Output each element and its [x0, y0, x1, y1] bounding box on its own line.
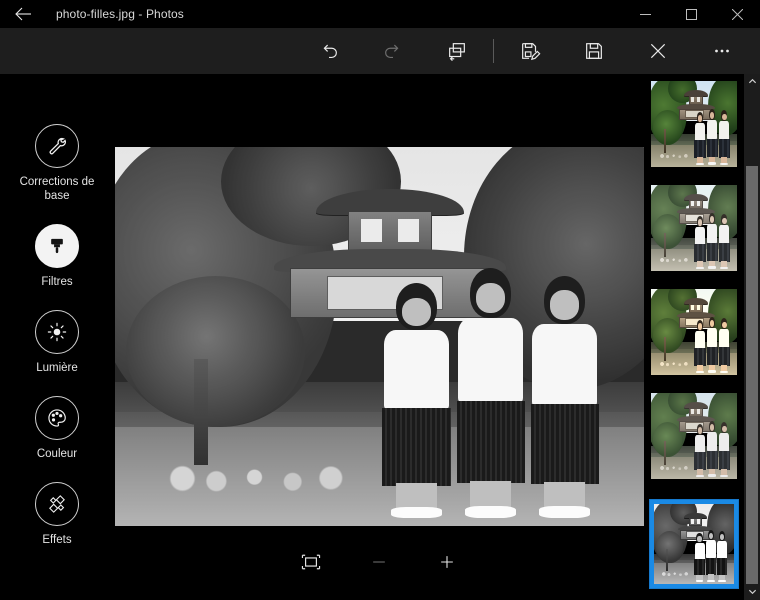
maximize-icon — [685, 8, 697, 20]
maximize-button[interactable] — [668, 0, 714, 28]
filter-thumb-soft[interactable] — [650, 184, 738, 272]
sidebar-item-lumiere[interactable]: Lumière — [0, 310, 114, 375]
sidebar-item-couleur[interactable]: Couleur — [0, 396, 114, 461]
minimize-icon — [639, 9, 651, 20]
chevron-up-icon — [748, 73, 757, 91]
filter-strip-scrollbar[interactable] — [744, 74, 760, 600]
save-disk-icon — [583, 40, 605, 62]
thumb-preview — [651, 289, 737, 375]
save-a-copy-button[interactable] — [498, 28, 562, 74]
filter-thumb-bw[interactable] — [649, 499, 739, 589]
back-arrow-icon — [14, 7, 32, 21]
scrollbar-thumb[interactable] — [746, 166, 758, 584]
redo-button[interactable] — [361, 28, 425, 74]
compare-original-button[interactable] — [425, 28, 489, 74]
filter-thumb-fade[interactable] — [650, 392, 738, 480]
window-controls — [622, 0, 760, 28]
chevron-down-icon — [748, 583, 757, 600]
toolbar-separator — [493, 39, 494, 63]
palette-icon — [46, 407, 68, 429]
scroll-down-button[interactable] — [744, 584, 760, 600]
zoom-out-button[interactable] — [358, 544, 400, 580]
thumb-preview — [651, 393, 737, 479]
thumb-preview — [654, 504, 734, 584]
paintbrush-icon-circle — [35, 224, 79, 268]
palette-icon-circle — [35, 396, 79, 440]
sidebar-item-filtres[interactable]: Filtres — [0, 224, 114, 289]
undo-icon — [318, 40, 340, 62]
diamonds-icon-circle — [35, 482, 79, 526]
filter-thumb-warm[interactable] — [650, 288, 738, 376]
plus-icon — [437, 552, 457, 572]
ellipsis-icon — [711, 40, 733, 62]
close-icon — [731, 8, 743, 20]
fit-to-window-button[interactable] — [290, 544, 332, 580]
thumb-preview — [651, 185, 737, 271]
sun-icon — [46, 321, 68, 343]
sidebar-item-label: Filtres — [41, 276, 73, 288]
diamonds-icon — [46, 493, 68, 515]
sidebar-item-label: Couleur — [36, 448, 78, 460]
close-button[interactable] — [714, 0, 760, 28]
minimize-button[interactable] — [622, 0, 668, 28]
edited-photo[interactable] — [115, 147, 644, 526]
zoom-controls — [114, 540, 644, 584]
cancel-button[interactable] — [626, 28, 690, 74]
save-copy-icon — [519, 40, 541, 62]
sidebar-item-label: Effets — [42, 534, 72, 546]
sun-icon-circle — [35, 310, 79, 354]
filter-thumbnail-list — [644, 74, 744, 600]
back-button[interactable] — [0, 0, 46, 28]
undo-button[interactable] — [297, 28, 361, 74]
sidebar-item-label: Corrections de base — [19, 176, 95, 202]
close-icon — [648, 41, 668, 61]
editor-toolbar — [0, 28, 760, 74]
more-options-button[interactable] — [690, 28, 754, 74]
sidebar-item-corrections-de-base[interactable]: Corrections de base — [0, 124, 114, 203]
wrench-icon — [46, 135, 68, 157]
filter-preview-strip — [644, 74, 760, 600]
compare-icon — [446, 40, 468, 62]
filter-thumb-original[interactable] — [650, 80, 738, 168]
save-button[interactable] — [562, 28, 626, 74]
window-title: photo-filles.jpg - Photos — [56, 7, 184, 21]
sidebar-item-label: Lumière — [36, 362, 78, 374]
zoom-in-button[interactable] — [426, 544, 468, 580]
sidebar-item-effets[interactable]: Effets — [0, 482, 114, 547]
photo-content — [115, 147, 644, 526]
title-bar: photo-filles.jpg - Photos — [0, 0, 760, 28]
thumb-preview — [651, 81, 737, 167]
minus-icon — [369, 552, 389, 572]
edit-tools-sidebar: Corrections de base Filtres Lumière Coul… — [0, 74, 114, 600]
photos-editor-window: photo-filles.jpg - Photos Corrections de… — [0, 0, 760, 600]
redo-icon — [382, 40, 404, 62]
scroll-up-button[interactable] — [744, 74, 760, 90]
image-canvas[interactable] — [114, 74, 644, 600]
paintbrush-icon — [47, 236, 67, 256]
wrench-icon-circle — [35, 124, 79, 168]
fit-to-window-icon — [301, 553, 321, 571]
